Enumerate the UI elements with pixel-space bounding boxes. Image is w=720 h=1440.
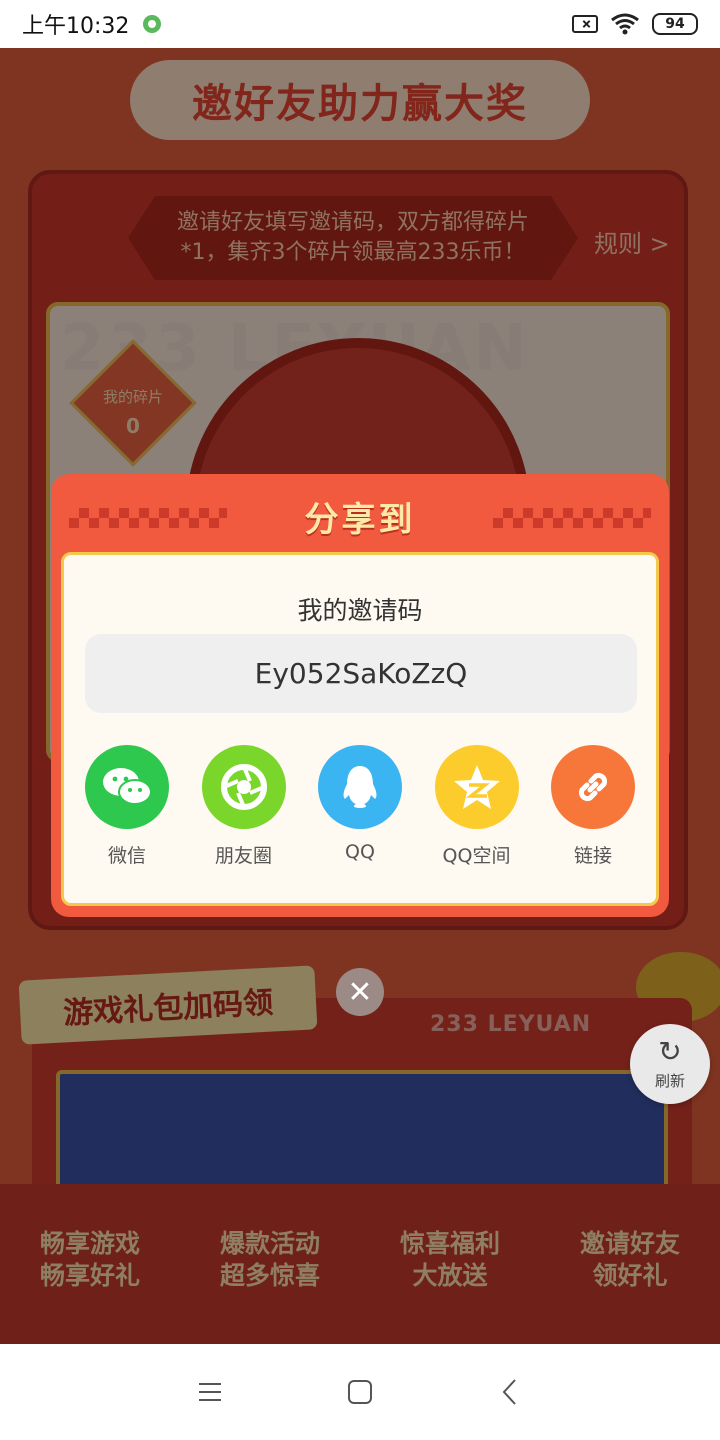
invite-code-field[interactable]: Ey052SaKoZzQ: [85, 634, 637, 713]
status-bar: 上午10:32 94: [0, 0, 720, 48]
status-time: 上午10:32: [22, 14, 130, 39]
share-moments-button[interactable]: 朋友圈: [201, 745, 287, 868]
close-dialog-button[interactable]: ✕: [336, 968, 384, 1016]
share-wechat-label: 微信: [107, 845, 146, 867]
refresh-button[interactable]: ↻ 刷新: [630, 1024, 710, 1104]
status-icons: 94: [572, 13, 698, 35]
qq-icon: [318, 745, 402, 829]
share-options: 微信 朋友圈 QQ QQ空间 链接: [64, 745, 656, 868]
share-wechat-button[interactable]: 微信: [84, 745, 170, 868]
qzone-icon: [434, 745, 519, 829]
no-sim-icon: [572, 15, 598, 33]
share-qq-label: QQ: [345, 841, 375, 863]
wechat-icon: [85, 745, 169, 829]
nav-back-button[interactable]: [490, 1372, 530, 1412]
nav-home-button[interactable]: [340, 1372, 380, 1412]
app-notification-icon: [143, 15, 162, 33]
share-dialog-title: 分享到: [304, 500, 416, 540]
share-qzone-button[interactable]: QQ空间: [434, 745, 520, 868]
refresh-label: 刷新: [654, 1071, 685, 1090]
share-link-label: 链接: [573, 845, 612, 867]
home-icon: [348, 1380, 372, 1404]
share-dialog: 分享到 我的邀请码 Ey052SaKoZzQ 微信 朋友圈 QQ QQ空间 链接: [51, 474, 669, 917]
share-qzone-label: QQ空间: [442, 845, 511, 867]
moments-icon: [201, 745, 286, 829]
invite-code-label: 我的邀请码: [297, 596, 423, 625]
share-qq-button[interactable]: QQ: [317, 745, 403, 868]
link-icon: [551, 745, 635, 829]
refresh-icon: ↻: [658, 1034, 682, 1068]
battery-indicator: 94: [652, 13, 698, 35]
menu-icon: [199, 1383, 221, 1401]
nav-menu-button[interactable]: [190, 1372, 230, 1412]
share-moments-label: 朋友圈: [214, 845, 272, 867]
share-dialog-body: 我的邀请码 Ey052SaKoZzQ 微信 朋友圈 QQ QQ空间 链接: [61, 552, 659, 906]
close-icon: ✕: [347, 974, 373, 1010]
share-link-button[interactable]: 链接: [550, 745, 636, 868]
back-icon: [502, 1379, 516, 1405]
wifi-icon: [611, 13, 639, 35]
system-nav-bar: [0, 1344, 720, 1440]
